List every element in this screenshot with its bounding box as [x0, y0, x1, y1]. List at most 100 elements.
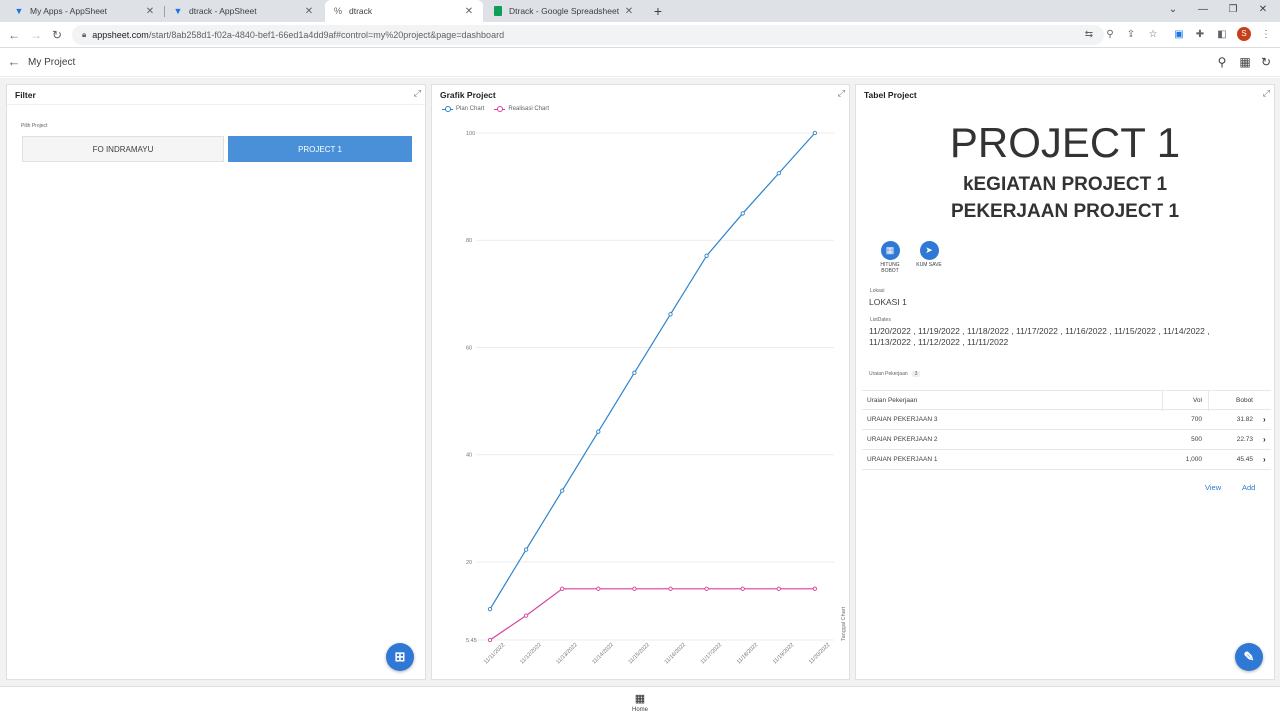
tab-search-icon[interactable]: ⌄	[1165, 3, 1181, 17]
table-row[interactable]: URAIAN PEKERJAAN 1 1,000 45.45 ›	[862, 450, 1271, 470]
lock-icon: 🔒︎	[82, 30, 87, 39]
column-header-vol[interactable]: Vol	[1162, 397, 1202, 404]
realisasi-data-point	[596, 586, 601, 591]
column-divider	[1208, 391, 1209, 411]
chevron-right-icon[interactable]: ›	[1263, 455, 1266, 464]
row-uraian: URAIAN PEKERJAAN 1	[867, 456, 938, 463]
view-link[interactable]: View	[1205, 483, 1221, 492]
listdates-label: ListDates	[870, 317, 891, 323]
calculator-icon: ▦	[880, 241, 900, 260]
plan-data-point	[740, 211, 745, 216]
x-tick-label: 11/20/2022	[808, 642, 831, 665]
bookmark-star-icon[interactable]: ☆	[1146, 27, 1160, 43]
project-option-fo-indramayu[interactable]: FO INDRAMAYU	[22, 136, 224, 162]
sync-icon[interactable]: ↻	[1259, 55, 1273, 69]
close-window-icon[interactable]: ✕	[1255, 3, 1271, 17]
zoom-icon[interactable]: ⚲	[1103, 27, 1117, 43]
sidepanel-icon[interactable]: ◧	[1215, 27, 1229, 43]
url-path: /start/8ab258d1-f02a-4840-bef1-66ed1a4dd…	[148, 30, 505, 40]
realisasi-data-point	[776, 586, 781, 591]
forward-arrow-icon[interactable]: →	[28, 27, 44, 43]
close-icon[interactable]: ✕	[144, 6, 156, 17]
expand-icon[interactable]: ⤢	[1263, 88, 1270, 99]
plan-data-point	[704, 253, 709, 258]
lokasi-value: LOKASI 1	[869, 297, 907, 307]
kum-save-action[interactable]: ➤ KUM SAVE	[911, 241, 947, 268]
sheets-icon	[493, 6, 503, 16]
search-icon[interactable]: ⚲	[1215, 55, 1229, 69]
reload-icon[interactable]: ↻	[49, 27, 65, 43]
appsheet-icon: ▼	[173, 6, 183, 16]
line-chart: 5.45 20 40 60 80 100 11/11/2022 11/12/2022 11/13…	[466, 130, 847, 665]
grid-view-icon[interactable]: ▦	[1238, 55, 1252, 69]
restore-icon[interactable]: ❐	[1225, 3, 1241, 17]
table-row[interactable]: URAIAN PEKERJAAN 2 500 22.73 ›	[862, 430, 1271, 450]
table-row[interactable]: URAIAN PEKERJAAN 3 700 31.82 ›	[862, 410, 1271, 430]
menu-dots-icon[interactable]: ⋮	[1259, 27, 1273, 43]
filter-panel: Filter ⤢ Pilih Project FO INDRAMAYU PROJ…	[6, 84, 426, 680]
y-tick-label: 40	[466, 453, 472, 459]
realisasi-series-line	[489, 588, 815, 641]
bottom-navigation: ▦ Home	[0, 686, 1280, 720]
plus-icon: ⊞	[394, 649, 406, 664]
column-header-bobot[interactable]: Bobot	[1210, 397, 1253, 404]
tab-title: My Apps - AppSheet	[30, 6, 108, 16]
tab-my-apps[interactable]: ▼ My Apps - AppSheet ✕	[6, 0, 164, 22]
filter-title: Filter	[15, 90, 36, 100]
add-button[interactable]: ⊞	[386, 643, 414, 671]
tab-dtrack-appsheet[interactable]: ▼ dtrack - AppSheet ✕	[165, 0, 323, 22]
realisasi-data-point	[704, 586, 709, 591]
pilih-project-label: Pilih Project	[21, 123, 48, 129]
expand-icon[interactable]: ⤢	[414, 88, 421, 99]
x-tick-label: 11/19/2022	[772, 642, 795, 665]
y-tick-label: 60	[466, 345, 472, 351]
tab-dtrack[interactable]: % dtrack ✕	[325, 0, 483, 22]
column-header-uraian[interactable]: Uraian Pekerjaan	[867, 397, 917, 404]
edit-button[interactable]: ✎	[1235, 643, 1263, 671]
minimize-icon[interactable]: —	[1195, 3, 1211, 17]
project-name: PROJECT 1	[949, 119, 1181, 166]
close-icon[interactable]: ✕	[303, 6, 315, 17]
realisasi-data-point	[632, 586, 637, 591]
page-title: My Project	[28, 57, 76, 68]
x-tick-label: 11/16/2022	[664, 642, 687, 665]
x-tick-label: 11/15/2022	[628, 642, 651, 665]
kegiatan-name: kEGIATAN PROJECT 1	[962, 174, 1168, 195]
profile-avatar[interactable]: S	[1237, 27, 1251, 41]
x-tick-label: 11/17/2022	[700, 642, 723, 665]
uraian-count-badge: 3	[911, 371, 921, 377]
plan-data-point	[812, 130, 818, 136]
close-icon[interactable]: ✕	[463, 6, 475, 17]
table-header-row: Uraian Pekerjaan Vol Bobot	[862, 390, 1271, 411]
grid-icon: ▦	[634, 693, 646, 705]
puzzle-icon[interactable]: ✚	[1193, 27, 1207, 43]
home-nav-button[interactable]: ▦ Home	[626, 693, 654, 713]
dashboard: Filter ⤢ Pilih Project FO INDRAMAYU PROJ…	[0, 78, 1280, 686]
tab-dtrack-spreadsheet[interactable]: Dtrack - Google Spreadsheet ✕	[485, 0, 643, 22]
address-bar[interactable]: 🔒︎ appsheet.com/start/8ab258d1-f02a-4840…	[72, 25, 1104, 45]
new-tab-button[interactable]: +	[651, 3, 665, 19]
tabel-title: Tabel Project	[864, 90, 917, 100]
chevron-right-icon[interactable]: ›	[1263, 415, 1266, 424]
extension-icon[interactable]: ▣	[1172, 27, 1186, 43]
chevron-right-icon[interactable]: ›	[1263, 435, 1266, 444]
plan-data-point	[560, 488, 565, 493]
back-arrow-icon[interactable]: ←	[6, 27, 22, 43]
x-tick-label: 11/12/2022	[519, 642, 542, 665]
hitung-bobot-action[interactable]: ▦ HITUNG BOBOT	[872, 241, 908, 274]
translate-icon[interactable]: ⇆	[1082, 27, 1096, 43]
project-option-project-1[interactable]: PROJECT 1	[228, 136, 412, 162]
realisasi-data-point	[740, 586, 745, 591]
uraian-table: Uraian Pekerjaan Vol Bobot URAIAN PEKERJ…	[862, 390, 1271, 470]
row-vol: 500	[1191, 436, 1202, 443]
add-link[interactable]: Add	[1242, 483, 1255, 492]
close-icon[interactable]: ✕	[623, 6, 635, 17]
listdates-line-1: 11/20/2022 , 11/19/2022 , 11/18/2022 , 1…	[869, 326, 1210, 336]
share-icon[interactable]: ⇪	[1124, 27, 1138, 43]
x-tick-label: 11/13/2022	[555, 642, 578, 665]
y-tick-label: 20	[466, 560, 472, 566]
back-arrow-icon[interactable]: ←	[6, 54, 22, 69]
x-axis-title: Tanggal Chart	[841, 606, 847, 641]
realisasi-data-point	[668, 586, 673, 591]
x-tick-label: 11/18/2022	[736, 642, 759, 665]
